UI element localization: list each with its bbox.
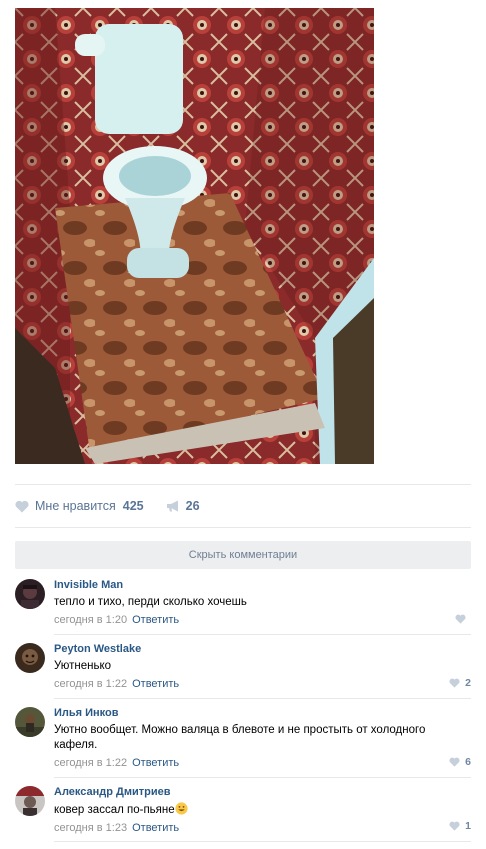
comment-time[interactable]: сегодня в 1:22 bbox=[54, 757, 127, 769]
reply-link[interactable]: Ответить bbox=[132, 757, 179, 769]
comment: Александр Дмитриев ковер зассал по-пьяне… bbox=[15, 786, 471, 836]
comment: Peyton Westlake Уютненько сегодня в 1:22… bbox=[15, 643, 471, 693]
heart-icon bbox=[455, 614, 466, 624]
comment-text-content: ковер зассал по-пьяне bbox=[54, 804, 175, 816]
comment-text: Уютно вообщет. Можно валяца в блевоте и … bbox=[54, 724, 426, 751]
heart-icon bbox=[449, 678, 460, 688]
avatar[interactable] bbox=[15, 707, 45, 737]
heart-icon bbox=[449, 757, 460, 767]
divider bbox=[54, 698, 471, 699]
comment-text: Уютненько bbox=[54, 660, 112, 672]
divider bbox=[15, 484, 471, 485]
like-count: 425 bbox=[122, 499, 144, 513]
comment-author[interactable]: Peyton Westlake bbox=[54, 643, 471, 656]
toilet-photo-image bbox=[15, 8, 374, 464]
comment-text: тепло и тихо, перди сколько хочешь bbox=[54, 596, 247, 608]
post-actions: Мне нравится 425 26 bbox=[15, 496, 200, 516]
reply-link[interactable]: Ответить bbox=[132, 678, 179, 690]
hide-comments-button[interactable]: Скрыть комментарии bbox=[15, 541, 471, 569]
comment-author[interactable]: Александр Дмитриев bbox=[54, 786, 471, 799]
avatar[interactable] bbox=[15, 786, 45, 816]
divider bbox=[15, 527, 471, 528]
comment-like-button[interactable]: 6 bbox=[449, 756, 471, 768]
comment: Илья Инков Уютно вообщет. Можно валяца в… bbox=[15, 707, 471, 773]
comment-like-count: 1 bbox=[465, 820, 471, 832]
share-button[interactable]: 26 bbox=[166, 499, 200, 513]
divider bbox=[54, 777, 471, 778]
reply-link[interactable]: Ответить bbox=[132, 614, 179, 626]
comment-like-button[interactable] bbox=[455, 614, 471, 624]
share-count: 26 bbox=[185, 499, 200, 513]
comment-like-count: 2 bbox=[465, 677, 471, 689]
comment-time[interactable]: сегодня в 1:20 bbox=[54, 614, 127, 626]
comment: Invisible Man тепло и тихо, перди скольк… bbox=[15, 579, 471, 629]
comment-like-button[interactable]: 2 bbox=[449, 677, 471, 689]
comment-text: ковер зассал по-пьяне bbox=[54, 802, 471, 818]
like-button[interactable]: Мне нравится 425 bbox=[15, 499, 144, 513]
comment-author[interactable]: Invisible Man bbox=[54, 579, 471, 592]
avatar[interactable] bbox=[15, 643, 45, 673]
comment-time[interactable]: сегодня в 1:23 bbox=[54, 822, 127, 834]
megaphone-icon bbox=[166, 500, 178, 512]
comment-time[interactable]: сегодня в 1:22 bbox=[54, 678, 127, 690]
smiley-icon bbox=[175, 802, 188, 815]
like-label: Мне нравится bbox=[35, 499, 116, 513]
heart-icon bbox=[15, 500, 29, 512]
comment-author[interactable]: Илья Инков bbox=[54, 707, 471, 720]
divider bbox=[54, 634, 471, 635]
comment-like-count: 6 bbox=[465, 756, 471, 768]
divider bbox=[54, 841, 471, 842]
comment-like-button[interactable]: 1 bbox=[449, 820, 471, 832]
post-photo[interactable] bbox=[15, 8, 374, 464]
avatar[interactable] bbox=[15, 579, 45, 609]
reply-link[interactable]: Ответить bbox=[132, 822, 179, 834]
heart-icon bbox=[449, 821, 460, 831]
